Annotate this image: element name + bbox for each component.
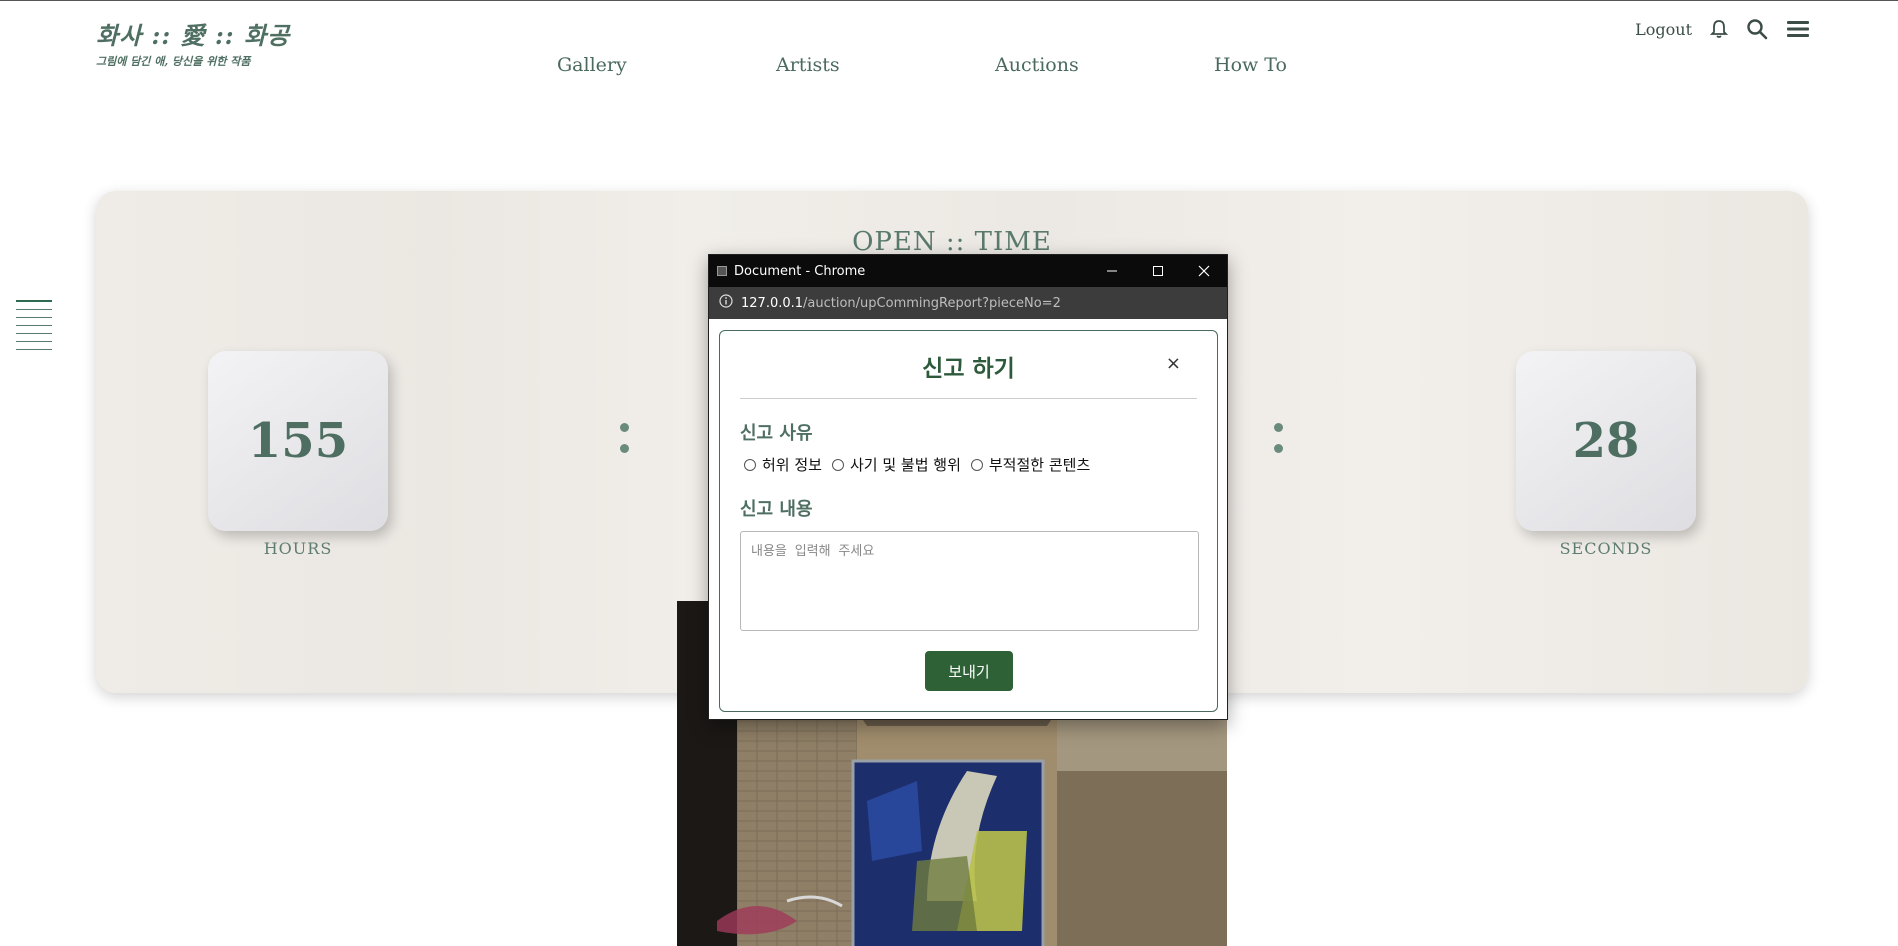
seconds-label: SECONDS: [1559, 539, 1653, 558]
reason-option-label: 사기 및 불법 행위: [849, 456, 961, 474]
hours-tile: 155: [208, 351, 388, 531]
nav-gallery[interactable]: Gallery: [557, 54, 627, 76]
reason-option-false-info[interactable]: 허위 정보: [744, 454, 822, 475]
nav-how-to[interactable]: How To: [1214, 54, 1287, 76]
report-reason-options: 허위 정보 사기 및 불법 행위 부적절한 콘텐츠: [744, 454, 1100, 475]
radio-button[interactable]: [970, 458, 983, 471]
divider: [740, 398, 1197, 399]
url-host: 127.0.0.1: [741, 295, 804, 311]
bell-icon[interactable]: [1710, 19, 1728, 39]
report-content-textarea[interactable]: 내용을 입력해 주세요: [740, 531, 1199, 631]
seconds-value: 28: [1572, 413, 1640, 469]
reason-option-label: 부적절한 콘텐츠: [988, 456, 1091, 474]
logo-title: 화사 :: 愛 :: 화공: [96, 21, 291, 50]
popup-titlebar[interactable]: Document - Chrome: [709, 255, 1227, 287]
seconds-tile: 28: [1516, 351, 1696, 531]
hamburger-menu-icon[interactable]: [1786, 19, 1810, 39]
report-content-label: 신고 내용: [740, 499, 813, 520]
reason-option-fraud[interactable]: 사기 및 불법 행위: [831, 454, 961, 475]
hours-value: 155: [247, 413, 349, 469]
report-reason-label: 신고 사유: [740, 423, 813, 444]
nav-artists[interactable]: Artists: [776, 54, 840, 76]
minimize-icon[interactable]: [1089, 255, 1135, 287]
reason-option-label: 허위 정보: [762, 456, 822, 474]
url-path: /auction/upCommingReport?pieceNo=2: [803, 295, 1061, 311]
report-popup-window: Document - Chrome 127.0.0.1/auction/upCo…: [708, 254, 1228, 720]
site-info-icon[interactable]: [719, 294, 733, 312]
colon-separator: [620, 423, 629, 465]
hours-label: HOURS: [263, 539, 333, 558]
address-bar[interactable]: 127.0.0.1/auction/upCommingReport?pieceN…: [709, 287, 1227, 319]
modal-title: 신고 하기: [922, 356, 1015, 382]
logout-link[interactable]: Logout: [1635, 20, 1692, 39]
search-icon[interactable]: [1746, 18, 1768, 40]
top-border: [0, 0, 1898, 1]
countdown-title: OPEN :: TIME: [852, 227, 1052, 257]
report-modal: 신고 하기 × 신고 사유 허위 정보 사기 및 불법 행위 부적절한 콘텐츠 …: [719, 330, 1218, 712]
site-logo[interactable]: 화사 :: 愛 :: 화공 그림에 담긴 애, 당신을 위한 작품: [96, 16, 290, 69]
favicon-icon: [717, 266, 727, 276]
side-menu-lines[interactable]: [16, 300, 52, 357]
reason-option-inappropriate[interactable]: 부적절한 콘텐츠: [970, 454, 1091, 475]
radio-button[interactable]: [744, 458, 756, 471]
popup-window-title: Document - Chrome: [734, 263, 866, 279]
close-window-icon[interactable]: [1181, 255, 1227, 287]
header-actions: Logout: [1635, 18, 1810, 40]
maximize-icon[interactable]: [1135, 255, 1181, 287]
send-button[interactable]: 보내기: [925, 651, 1013, 691]
radio-button[interactable]: [831, 458, 844, 471]
logo-subtitle: 그림에 담긴 애, 당신을 위한 작품: [96, 55, 251, 68]
nav-auctions[interactable]: Auctions: [995, 54, 1079, 76]
close-icon[interactable]: ×: [1166, 353, 1181, 374]
colon-separator: [1274, 423, 1283, 465]
